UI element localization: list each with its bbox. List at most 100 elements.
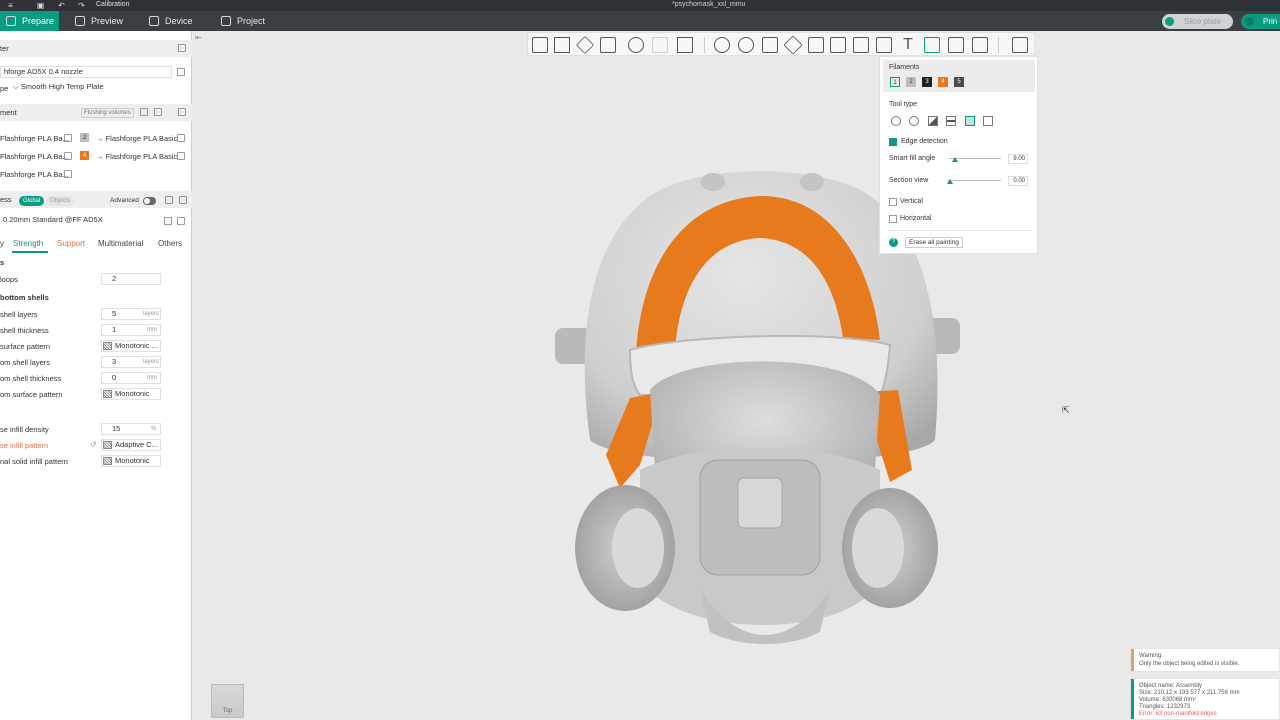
- collapse-sidebar-icon[interactable]: ⇤: [195, 33, 202, 42]
- filament-left-name[interactable]: Flashforge PLA Ba...: [0, 152, 69, 161]
- erase-all-painting-button[interactable]: Erase all painting: [905, 237, 963, 248]
- edge-detection-checkbox[interactable]: [889, 138, 897, 146]
- filament-swatch-3[interactable]: 3: [922, 77, 932, 87]
- sphere-brush-icon[interactable]: [909, 116, 919, 126]
- filament-swatch-4[interactable]: 4: [938, 77, 948, 87]
- model-viewport[interactable]: [193, 56, 1280, 720]
- settings-icon[interactable]: [178, 44, 186, 52]
- tab-multimaterial[interactable]: Multimaterial: [98, 239, 143, 248]
- objects-toggle[interactable]: Objects: [46, 196, 75, 206]
- filament-menu-icon[interactable]: [178, 108, 186, 116]
- tab-preview[interactable]: Preview: [69, 11, 131, 31]
- edit-icon[interactable]: [64, 134, 72, 142]
- infill-pattern-select[interactable]: Adaptive C...: [101, 439, 161, 451]
- section-view-thumb[interactable]: [947, 179, 953, 184]
- fill-tool-icon[interactable]: [965, 116, 975, 126]
- add-plate-icon[interactable]: [554, 37, 570, 53]
- filament-swatch-1[interactable]: 1: [890, 77, 900, 87]
- filament-sync-icon[interactable]: [154, 108, 162, 116]
- calibration-menu[interactable]: Calibration: [96, 1, 129, 8]
- filament-right-name[interactable]: → Flashforge PLA Basic: [96, 152, 177, 161]
- view-navigation-cube[interactable]: Top: [211, 684, 244, 718]
- emboss-icon[interactable]: [948, 37, 964, 53]
- dropdown-icon[interactable]: [1245, 17, 1254, 26]
- solid-infill-pattern-label: nal solid infill pattern: [0, 457, 68, 466]
- save-preset-icon[interactable]: [164, 217, 172, 225]
- solid-infill-pattern-select[interactable]: Monotonic: [101, 455, 161, 467]
- edit-icon[interactable]: [64, 152, 72, 160]
- vertical-checkbox[interactable]: [889, 198, 897, 206]
- tab-device[interactable]: Device: [143, 11, 201, 31]
- lay-on-face-icon[interactable]: [783, 35, 803, 55]
- tab-project[interactable]: Project: [215, 11, 275, 31]
- object-error[interactable]: Error: 63 non-manifold edges: [1139, 711, 1217, 717]
- save-icon[interactable]: ▣: [36, 1, 45, 10]
- section-title: ter: [0, 44, 9, 53]
- tab-prepare[interactable]: Prepare: [0, 11, 59, 31]
- wall-loops-input[interactable]: 2: [101, 273, 161, 285]
- add-object-icon[interactable]: [532, 37, 548, 53]
- edit-icon[interactable]: [177, 134, 185, 142]
- menu-icon[interactable]: ≡: [6, 1, 15, 10]
- layers-icon[interactable]: [677, 37, 693, 53]
- dropdown-icon[interactable]: [1165, 17, 1174, 26]
- circle-brush-icon[interactable]: [891, 116, 901, 126]
- top-surface-pattern-select[interactable]: Monotonic ...: [101, 340, 161, 352]
- global-toggle[interactable]: Global: [19, 196, 45, 206]
- filament-left-name[interactable]: Flashforge PLA Ba...: [0, 170, 69, 179]
- height-range-icon[interactable]: [946, 116, 956, 126]
- smart-fill-value[interactable]: 9.00: [1008, 154, 1028, 164]
- arrange-icon[interactable]: [600, 37, 616, 53]
- filament-left-name[interactable]: Flashforge PLA Ba...: [0, 134, 69, 143]
- smart-fill-thumb[interactable]: [952, 157, 958, 162]
- split-parts-icon[interactable]: [652, 37, 668, 53]
- seam-paint-icon[interactable]: [876, 37, 892, 53]
- orient-icon[interactable]: [575, 35, 595, 55]
- flushing-volumes-button[interactable]: Flushing volumes: [81, 108, 134, 118]
- print-button[interactable]: Prin: [1241, 14, 1280, 29]
- assembly-view-icon[interactable]: [1012, 37, 1028, 53]
- advanced-switch[interactable]: [143, 197, 156, 205]
- mesh-boolean-icon[interactable]: [830, 37, 846, 53]
- cut-icon[interactable]: [808, 37, 824, 53]
- printer-select[interactable]: hforge AD5X 0.4 nozzle: [0, 66, 172, 78]
- horizontal-checkbox[interactable]: [889, 215, 897, 223]
- filament-swatch[interactable]: 2: [80, 133, 89, 142]
- process-preset-select[interactable]: 0.20mm Standard @FF AD5X: [0, 215, 158, 227]
- unit-label: mm: [147, 375, 157, 381]
- filament-swatch[interactable]: 4: [80, 151, 89, 160]
- section-view-value[interactable]: 0.00: [1008, 176, 1028, 186]
- gap-fill-icon[interactable]: [983, 116, 993, 126]
- help-icon[interactable]: ?: [889, 238, 898, 247]
- filament-settings-icon[interactable]: [140, 108, 148, 116]
- compare-icon[interactable]: [179, 196, 187, 204]
- tab-quality[interactable]: y: [0, 239, 4, 248]
- edit-icon[interactable]: [64, 170, 72, 178]
- scale-icon[interactable]: [762, 37, 778, 53]
- redo-icon[interactable]: ↷: [77, 1, 86, 10]
- color-paint-icon[interactable]: [924, 37, 940, 53]
- filament-right-name[interactable]: → Flashforge PLA Basic: [96, 134, 177, 143]
- undo-icon[interactable]: ↶: [57, 1, 66, 10]
- text-tool-icon[interactable]: T: [900, 37, 916, 53]
- filament-swatch-2[interactable]: 2: [906, 77, 916, 87]
- measure-icon[interactable]: [972, 37, 988, 53]
- split-objects-icon[interactable]: [628, 37, 644, 53]
- search-icon[interactable]: [177, 217, 185, 225]
- tab-strength[interactable]: Strength: [13, 239, 43, 248]
- bottom-surface-pattern-select[interactable]: Monotonic: [101, 388, 161, 400]
- slice-plate-button[interactable]: Slice plate: [1162, 14, 1233, 29]
- plate-type-select[interactable]: ⌵ Smooth High Temp Plate: [10, 82, 185, 94]
- copy-icon[interactable]: [165, 196, 173, 204]
- support-paint-icon[interactable]: [853, 37, 869, 53]
- edit-icon[interactable]: [177, 152, 185, 160]
- edit-icon[interactable]: [177, 68, 185, 76]
- tab-others[interactable]: Others: [158, 239, 182, 248]
- move-icon[interactable]: [714, 37, 730, 53]
- triangle-brush-icon[interactable]: [928, 116, 938, 126]
- section-view-slider[interactable]: [947, 180, 1001, 181]
- rotate-icon[interactable]: [738, 37, 754, 53]
- reset-icon[interactable]: ↺: [90, 440, 97, 449]
- tab-support[interactable]: Support: [57, 239, 85, 248]
- filament-swatch-5[interactable]: 5: [954, 77, 964, 87]
